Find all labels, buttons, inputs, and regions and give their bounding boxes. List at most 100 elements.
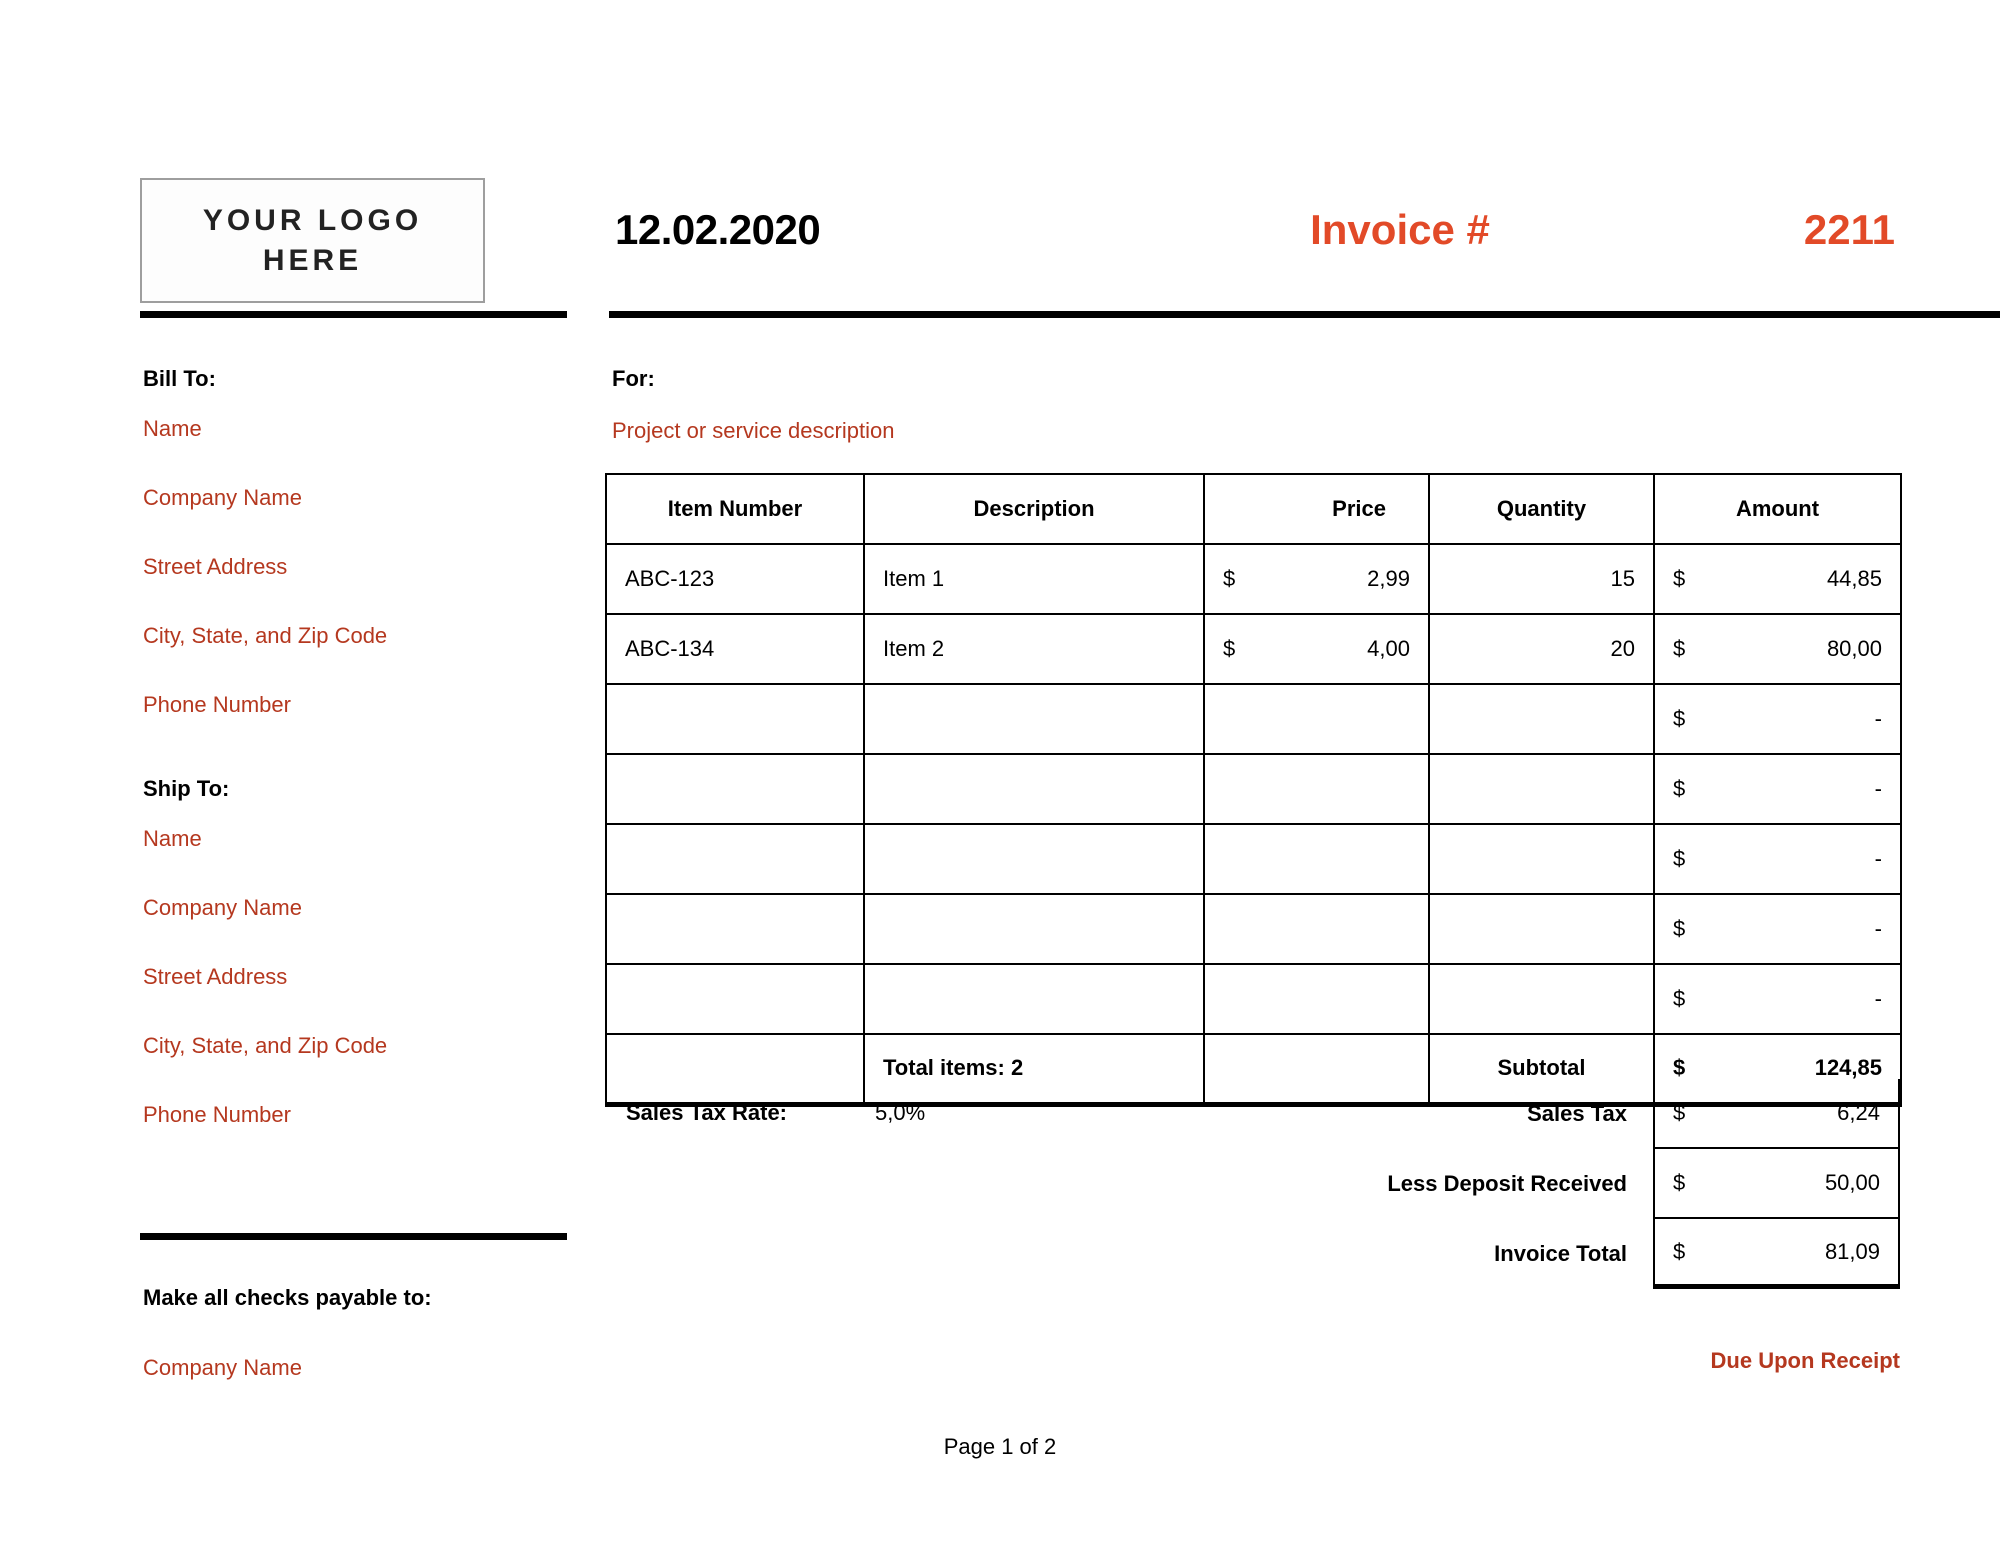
- ship-to-name: Name: [143, 826, 202, 851]
- bill-to-name: Name: [143, 416, 202, 441]
- table-row[interactable]: ABC-123 Item 1 $2,99 15 $44,85: [605, 543, 1902, 615]
- column-header-price: Price: [1203, 473, 1430, 545]
- totals-row-sales-tax: Sales Tax $6,24: [1281, 1079, 1900, 1149]
- cell-price: $4,00: [1203, 613, 1430, 685]
- cell-quantity: [1428, 753, 1655, 825]
- cell-amount: $ -: [1653, 753, 1902, 825]
- sales-tax-rate-label: Sales Tax Rate:: [626, 1100, 788, 1125]
- payable-divider-rule: [140, 1233, 567, 1240]
- cell-item-number: ABC-123: [605, 543, 865, 615]
- cell-description: Item 2: [863, 613, 1205, 685]
- less-deposit-value-cell: $50,00: [1653, 1149, 1900, 1219]
- currency-symbol: $: [1673, 1170, 1686, 1195]
- currency-symbol: $: [1673, 1055, 1686, 1081]
- cell-price: $2,99: [1203, 543, 1430, 615]
- cell-item-number: [605, 963, 865, 1035]
- cell-quantity: 20: [1428, 613, 1655, 685]
- cell-price: [1203, 683, 1430, 755]
- subtotal-value: 124,85: [1814, 1055, 1882, 1081]
- invoice-date: 12.02.2020: [615, 206, 821, 253]
- column-header-amount: Amount: [1653, 473, 1902, 545]
- less-deposit-value: 50,00: [1824, 1170, 1880, 1195]
- sales-tax-value: 6,24: [1837, 1100, 1880, 1125]
- table-row[interactable]: $ -: [605, 683, 1902, 755]
- currency-symbol: $: [1673, 1100, 1686, 1125]
- header-rule-left: [140, 311, 567, 318]
- ship-to-heading: Ship To:: [143, 776, 230, 801]
- page-indicator: Page 1 of 2: [943, 1434, 1057, 1459]
- column-header-description: Description: [863, 473, 1205, 545]
- table-row[interactable]: $ -: [605, 963, 1902, 1035]
- payable-block: Make all checks payable to: Company Name: [143, 1287, 583, 1379]
- cell-amount: $ -: [1653, 963, 1902, 1035]
- amount-value: -: [1874, 776, 1882, 801]
- currency-symbol: $: [1673, 776, 1686, 801]
- project-description: Project or service description: [612, 418, 895, 443]
- cell-description: [863, 963, 1205, 1035]
- cell-amount: $80,00: [1653, 613, 1902, 685]
- table-row[interactable]: ABC-134 Item 2 $4,00 20 $80,00: [605, 613, 1902, 685]
- payable-heading: Make all checks payable to:: [143, 1285, 432, 1310]
- line-items-table: Item Number Description Price Quantity A…: [605, 473, 1902, 1107]
- header-rule-right: [609, 311, 2000, 318]
- table-row[interactable]: $ -: [605, 823, 1902, 895]
- logo-line-1: YOUR LOGO: [202, 203, 423, 237]
- cell-item-number: [605, 683, 865, 755]
- currency-symbol: $: [1223, 566, 1236, 591]
- bill-to-company: Company Name: [143, 485, 302, 510]
- less-deposit-label: Less Deposit Received: [1387, 1171, 1627, 1196]
- cell-quantity: [1428, 893, 1655, 965]
- sales-tax-rate-value: 5,0%: [875, 1100, 926, 1125]
- totals-row-invoice-total: Invoice Total $81,09: [1281, 1219, 1900, 1289]
- totals-row-deposit: Less Deposit Received $50,00: [1281, 1149, 1900, 1219]
- amount-value: 44,85: [1826, 566, 1882, 591]
- ship-to-company: Company Name: [143, 895, 302, 920]
- cell-amount: $ -: [1653, 683, 1902, 755]
- for-heading: For:: [612, 366, 655, 391]
- table-row[interactable]: $ -: [605, 753, 1902, 825]
- total-items-label: Total items: 2: [863, 1033, 1205, 1107]
- cell-price: [1203, 963, 1430, 1035]
- cell-quantity: 15: [1428, 543, 1655, 615]
- column-header-quantity: Quantity: [1428, 473, 1655, 545]
- currency-symbol: $: [1673, 916, 1686, 941]
- currency-symbol: $: [1673, 636, 1686, 661]
- invoice-page: YOUR LOGO HERE 12.02.2020 Invoice # 2211…: [0, 0, 2000, 1545]
- cell-item-number: [605, 823, 865, 895]
- cell-amount: $ -: [1653, 823, 1902, 895]
- sales-tax-label: Sales Tax: [1527, 1101, 1627, 1126]
- bill-to-street: Street Address: [143, 554, 288, 579]
- amount-value: -: [1874, 916, 1882, 941]
- totals-block: Sales Tax $6,24 Less Deposit Received $5…: [1281, 1079, 1900, 1289]
- cell-description: Item 1: [863, 543, 1205, 615]
- cell-quantity: [1428, 963, 1655, 1035]
- cell-description: [863, 893, 1205, 965]
- cell-amount: $ -: [1653, 893, 1902, 965]
- ship-to-street: Street Address: [143, 964, 288, 989]
- price-value: 4,00: [1367, 636, 1410, 661]
- cell-amount: $44,85: [1653, 543, 1902, 615]
- cell-empty: [605, 1033, 865, 1107]
- currency-symbol: $: [1673, 566, 1686, 591]
- table-header-row: Item Number Description Price Quantity A…: [605, 473, 1902, 545]
- cell-quantity: [1428, 823, 1655, 895]
- amount-value: -: [1874, 706, 1882, 731]
- table-row[interactable]: $ -: [605, 893, 1902, 965]
- sales-tax-value-cell: $6,24: [1653, 1079, 1900, 1149]
- cell-item-number: [605, 893, 865, 965]
- cell-price: [1203, 823, 1430, 895]
- due-upon-receipt-note: Due Upon Receipt: [1710, 1348, 1900, 1373]
- price-value: 2,99: [1367, 566, 1410, 591]
- invoice-total-value: 81,09: [1824, 1238, 1880, 1264]
- amount-value: 80,00: [1826, 636, 1882, 661]
- bill-to-phone: Phone Number: [143, 692, 291, 717]
- ship-to-city-state-zip: City, State, and Zip Code: [143, 1033, 388, 1058]
- bill-to-city-state-zip: City, State, and Zip Code: [143, 623, 388, 648]
- bill-to-heading: Bill To:: [143, 366, 216, 391]
- currency-symbol: $: [1673, 1238, 1686, 1264]
- currency-symbol: $: [1223, 636, 1236, 661]
- logo-placeholder-box: YOUR LOGO HERE: [140, 178, 485, 303]
- amount-value: -: [1874, 846, 1882, 871]
- addresses-column: Bill To: Name Company Name Street Addres…: [143, 368, 573, 1126]
- cell-description: [863, 823, 1205, 895]
